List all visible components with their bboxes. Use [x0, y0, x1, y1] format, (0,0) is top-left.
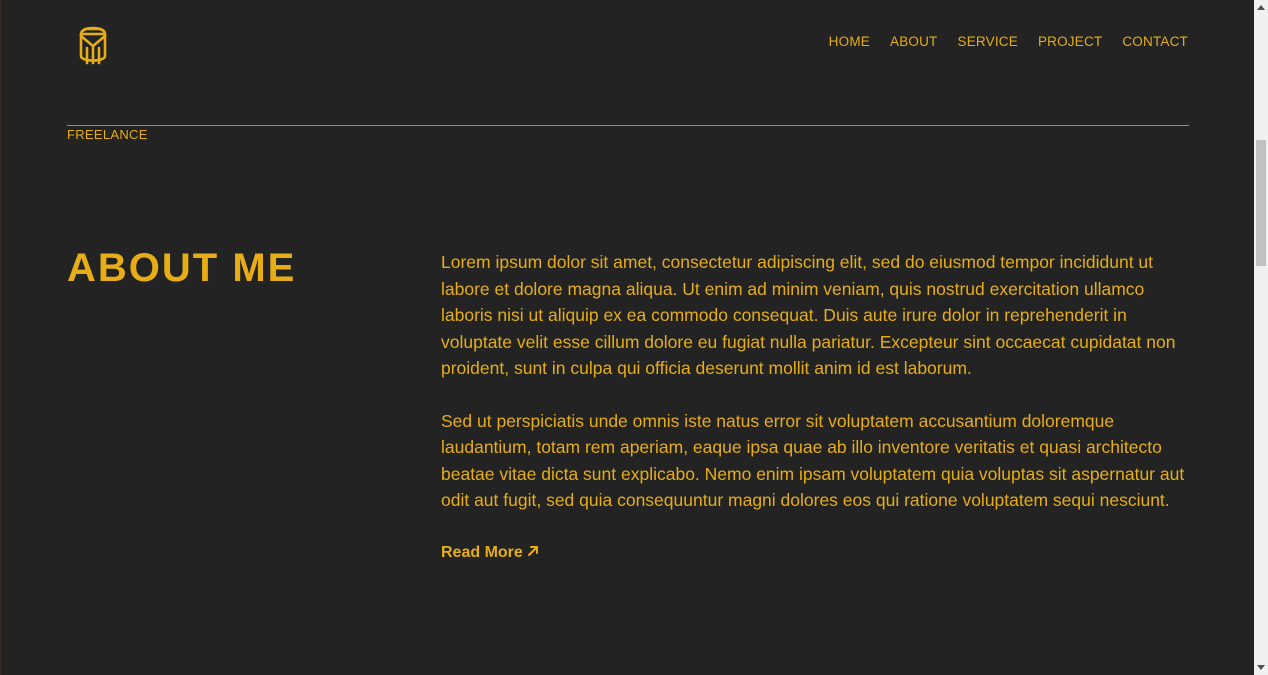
- main-nav: HOME ABOUT SERVICE PROJECT CONTACT: [829, 34, 1188, 50]
- section-divider: [67, 125, 1189, 126]
- nav-about[interactable]: ABOUT: [890, 34, 938, 50]
- vertical-scrollbar[interactable]: [1254, 0, 1268, 675]
- page: HOME ABOUT SERVICE PROJECT CONTACT FREEL…: [0, 0, 1268, 675]
- monogram-logo-icon[interactable]: [77, 22, 109, 66]
- nav-home[interactable]: HOME: [829, 34, 870, 50]
- about-title: ABOUT ME: [67, 246, 297, 290]
- nav-contact[interactable]: CONTACT: [1122, 34, 1188, 50]
- scrollbar-thumb[interactable]: [1256, 140, 1266, 266]
- about-paragraph-1: Lorem ipsum dolor sit amet, consectetur …: [441, 252, 1176, 378]
- about-content: Lorem ipsum dolor sit amet, consectetur …: [441, 249, 1189, 562]
- freelance-tag: FREELANCE: [67, 127, 148, 142]
- about-paragraph-2: Sed ut perspiciatis unde omnis iste natu…: [441, 410, 1185, 511]
- arrow-up-right-icon: [527, 544, 539, 562]
- nav-project[interactable]: PROJECT: [1038, 34, 1102, 50]
- scroll-down-arrow-icon[interactable]: [1257, 665, 1265, 670]
- nav-service[interactable]: SERVICE: [958, 34, 1018, 50]
- read-more-link[interactable]: Read More: [441, 544, 539, 562]
- scroll-up-arrow-icon[interactable]: [1257, 5, 1265, 10]
- read-more-label: Read More: [441, 543, 523, 561]
